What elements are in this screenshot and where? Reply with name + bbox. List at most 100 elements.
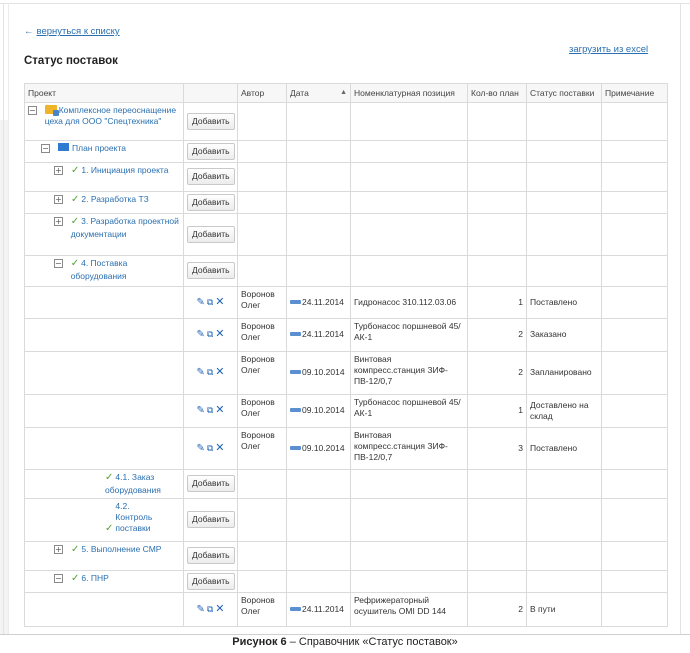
delivery-note <box>601 317 668 352</box>
delivery-status: В пути <box>526 591 602 627</box>
load-from-excel-link[interactable]: загрузить из excel <box>569 44 648 55</box>
delivery-note <box>601 426 668 470</box>
expand-toggle-icon[interactable]: + <box>54 194 63 204</box>
edit-icon[interactable]: ✎ <box>196 443 204 456</box>
collapse-toggle-icon[interactable]: − <box>54 258 63 268</box>
copy-icon[interactable]: ⧉ <box>207 330 213 342</box>
tree-node-stage42[interactable]: 4.2. Контроль поставки <box>115 501 161 534</box>
copy-icon[interactable]: ⧉ <box>207 298 213 310</box>
tree-row-stage2: + ✓ 2. Разработка ТЗ Добавить <box>24 190 668 214</box>
collapse-toggle-icon[interactable]: − <box>41 144 50 153</box>
back-to-list-link[interactable]: ← вернуться к списку <box>24 26 120 37</box>
add-button-stage3[interactable]: Добавить <box>187 225 235 243</box>
column-header-project[interactable]: Проект <box>24 83 184 103</box>
check-icon: ✓ <box>71 164 80 176</box>
delivery-date: 09.10.2014 <box>302 367 345 378</box>
copy-icon[interactable]: ⧉ <box>207 406 213 418</box>
caption-prefix: Рисунок 6 <box>232 636 287 648</box>
check-icon: ✓ <box>71 193 80 205</box>
add-button-stage41[interactable]: Добавить <box>187 475 235 493</box>
collapse-toggle-icon[interactable]: − <box>54 573 63 583</box>
delivery-status: Поставлено <box>526 285 602 319</box>
edit-icon[interactable]: ✎ <box>196 367 204 380</box>
add-button-stage2[interactable]: Добавить <box>187 193 235 211</box>
delivery-row: ✎ ⧉ ✕ Воронов Олег 24.11.2014 Гидронасос 3… <box>24 285 668 319</box>
check-icon: ✓ <box>105 522 114 534</box>
date-flag-icon <box>290 299 301 304</box>
delivery-note <box>601 591 668 627</box>
expand-toggle-icon[interactable]: + <box>54 165 63 175</box>
tree-node-plan[interactable]: План проекта <box>72 143 126 153</box>
add-button-stage6[interactable]: Добавить <box>187 572 235 590</box>
collapse-toggle-icon[interactable]: − <box>28 106 37 115</box>
tree-node-stage3[interactable]: 3. Разработка проектной документации <box>71 216 179 239</box>
tree-row-stage3: + ✓ 3. Разработка проектной документации … <box>24 212 668 256</box>
delete-icon[interactable]: ✕ <box>215 327 224 341</box>
delivery-item: Винтовая компресс.станция ЗИФ-ПВ-12/0,7 <box>350 350 468 395</box>
expand-toggle-icon[interactable]: + <box>54 216 63 226</box>
delivery-date: 09.10.2014 <box>302 442 345 453</box>
add-button-stage4[interactable]: Добавить <box>187 262 235 280</box>
copy-icon[interactable]: ⧉ <box>207 368 213 380</box>
frame-border-right <box>680 3 681 635</box>
column-header-actions <box>183 83 238 103</box>
add-button-stage42[interactable]: Добавить <box>187 511 235 529</box>
tree-row-stage6: − ✓ 6. ПНР Добавить <box>24 569 668 593</box>
delivery-qty: 3 <box>467 426 527 470</box>
expand-toggle-icon[interactable]: + <box>54 544 63 554</box>
tree-node-root[interactable]: Комплексное переоснащение цеха для ООО "… <box>45 105 176 126</box>
tree-node-stage2[interactable]: 2. Разработка ТЗ <box>81 194 148 204</box>
tree-node-stage1[interactable]: 1. Инициация проекта <box>81 165 168 175</box>
add-button-stage5[interactable]: Добавить <box>187 547 235 565</box>
add-button-stage1[interactable]: Добавить <box>187 168 235 186</box>
column-header-qty-plan[interactable]: Кол-во план <box>467 83 527 103</box>
delivery-row: ✎ ⧉ ✕ Воронов Олег 09.10.2014 Винтовая ком… <box>24 426 668 470</box>
sort-ascending-icon: ▲ <box>340 88 347 96</box>
delivery-item: Турбонасос поршневой 45/АК-1 <box>350 393 468 428</box>
column-header-note[interactable]: Примечание <box>601 83 668 103</box>
delivery-qty: 1 <box>467 285 527 319</box>
tree-node-stage41[interactable]: 4.1. Заказ оборудования <box>105 472 161 495</box>
column-header-author[interactable]: Автор <box>237 83 287 103</box>
back-arrow-icon: ← <box>24 26 34 37</box>
delivery-note <box>601 285 668 319</box>
delete-icon[interactable]: ✕ <box>215 441 224 455</box>
delivery-status: Заказано <box>526 317 602 352</box>
check-icon: ✓ <box>70 215 80 227</box>
edit-icon[interactable]: ✎ <box>196 329 204 342</box>
back-to-list-label: вернуться к списку <box>36 26 120 37</box>
tree-cell-root: − Комплексное переоснащение цеха для ООО… <box>24 102 184 141</box>
tree-row-stage5: + ✓ 5. Выполнение СМР Добавить <box>24 540 668 571</box>
delivery-status: Запланировано <box>526 350 602 395</box>
column-header-date[interactable]: Дата ▲ <box>286 83 351 103</box>
tree-node-stage4[interactable]: 4. Поставка оборудования <box>71 258 128 281</box>
delivery-author: Воронов Олег <box>237 591 287 627</box>
column-header-item[interactable]: Номенклатурная позиция <box>350 83 468 103</box>
tree-row-stage4: − ✓ 4. Поставка оборудования Добавить <box>24 254 668 287</box>
add-button-plan[interactable]: Добавить <box>187 143 235 160</box>
edit-icon[interactable]: ✎ <box>196 604 204 617</box>
delivery-author: Воронов Олег <box>237 285 287 319</box>
delivery-qty: 2 <box>467 591 527 627</box>
delete-icon[interactable]: ✕ <box>215 295 224 309</box>
delete-icon[interactable]: ✕ <box>215 403 224 417</box>
column-header-status[interactable]: Статус поставки <box>526 83 602 103</box>
copy-icon[interactable]: ⧉ <box>207 605 213 617</box>
edit-icon[interactable]: ✎ <box>196 297 204 310</box>
date-flag-icon <box>290 370 301 375</box>
delivery-date: 24.11.2014 <box>302 603 344 614</box>
delivery-note <box>601 350 668 395</box>
tree-node-stage6[interactable]: 6. ПНР <box>81 573 108 583</box>
copy-icon[interactable]: ⧉ <box>207 444 213 456</box>
tree-node-stage5[interactable]: 5. Выполнение СМР <box>81 544 161 554</box>
delete-icon[interactable]: ✕ <box>215 602 224 616</box>
add-button-root[interactable]: Добавить <box>187 113 235 130</box>
delete-icon[interactable]: ✕ <box>215 365 224 379</box>
delivery-qty: 1 <box>467 393 527 428</box>
screenshot-frame: ← вернуться к списку загрузить из excel С… <box>0 0 690 653</box>
tree-row-root: − Комплексное переоснащение цеха для ООО… <box>24 102 668 141</box>
date-flag-icon <box>290 408 301 413</box>
edit-icon[interactable]: ✎ <box>196 405 204 418</box>
project-folder-icon <box>44 105 59 116</box>
check-icon: ✓ <box>105 471 114 483</box>
